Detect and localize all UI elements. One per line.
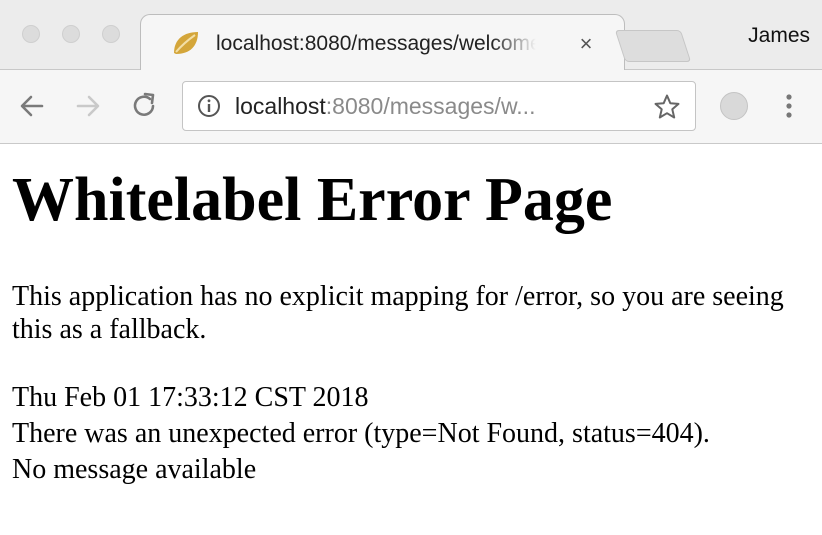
tab-title: localhost:8080/messages/welcome [216, 32, 536, 55]
error-message: No message available [12, 454, 257, 485]
url-host: localhost [235, 93, 326, 119]
address-bar[interactable]: localhost:8080/messages/w... [182, 81, 696, 131]
star-icon[interactable] [653, 93, 681, 121]
extension-icon[interactable] [720, 92, 748, 120]
close-window-button[interactable] [22, 25, 40, 43]
page-title: Whitelabel Error Page [12, 166, 613, 234]
back-arrow-icon[interactable] [16, 90, 48, 122]
browser-toolbar: localhost:8080/messages/w... [0, 70, 822, 144]
page-content: Whitelabel Error Page This application h… [0, 144, 822, 535]
error-timestamp: Thu Feb 01 17:33:12 CST 2018 [12, 382, 369, 413]
tab-active[interactable]: localhost:8080/messages/welcome × [140, 14, 625, 70]
tab-close-icon[interactable]: × [571, 29, 601, 59]
minimize-window-button[interactable] [62, 25, 80, 43]
info-icon[interactable] [197, 94, 221, 118]
spring-leaf-icon [174, 32, 198, 54]
reload-icon[interactable] [128, 90, 160, 122]
url-path: :8080/messages/w... [325, 93, 536, 119]
zoom-window-button[interactable] [102, 25, 120, 43]
forward-arrow-icon[interactable] [72, 90, 104, 122]
error-status-line: There was an unexpected error (type=Not … [12, 418, 710, 449]
url-text[interactable]: localhost:8080/messages/w... [235, 91, 620, 121]
tab-strip: localhost:8080/messages/welcome × James [0, 0, 822, 70]
error-details: Thu Feb 01 17:33:12 CST 2018 There was a… [12, 380, 822, 488]
error-description: This application has no explicit mapping… [12, 281, 784, 345]
profile-name[interactable]: James [700, 22, 810, 50]
menu-dots-icon[interactable] [782, 90, 796, 122]
new-tab-button[interactable] [614, 30, 692, 62]
